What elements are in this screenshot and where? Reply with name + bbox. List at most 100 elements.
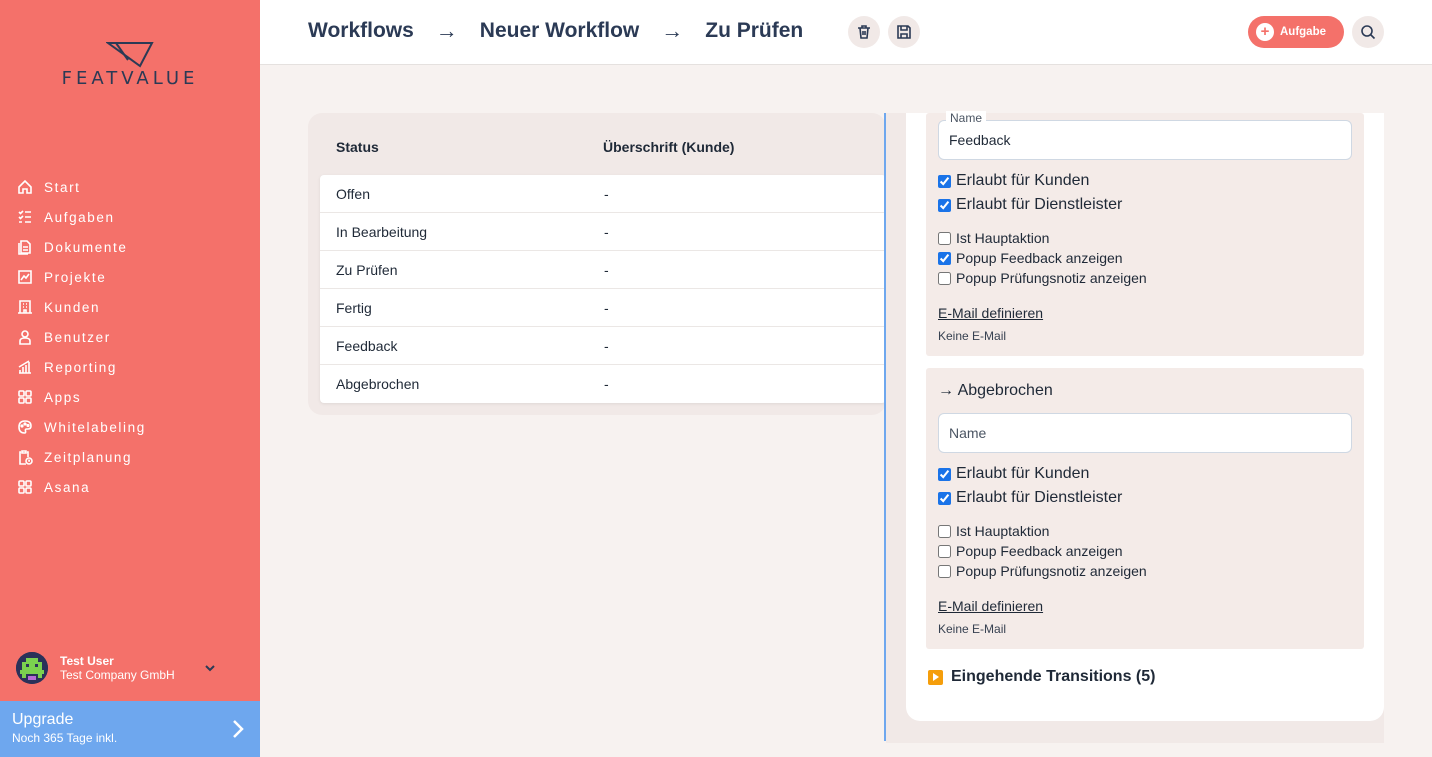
sidebar-nav: Start Aufgaben Dokumente Projekte Kunden…: [16, 172, 146, 502]
allowed-providers-checkbox[interactable]: Erlaubt für Dienstleister: [938, 489, 1122, 507]
sidebar-item-reporting[interactable]: Reporting: [16, 352, 146, 382]
sidebar-item-start[interactable]: Start: [16, 172, 146, 202]
plus-icon: +: [1256, 23, 1274, 41]
sidebar-item-label: Reporting: [44, 359, 117, 375]
column-header-heading: Überschrift (Kunde): [603, 139, 735, 155]
heading-cell: -: [604, 300, 609, 316]
allowed-providers-checkbox[interactable]: Erlaubt für Dienstleister: [938, 196, 1122, 214]
popup-review-checkbox[interactable]: Popup Prüfungsnotiz anzeigen: [938, 563, 1147, 579]
popup-feedback-input[interactable]: [938, 251, 951, 265]
incoming-transitions-toggle[interactable]: Eingehende Transitions (5): [928, 668, 1155, 686]
sidebar: FEATVALUE Start Aufgaben Dokumente Proje…: [0, 0, 260, 757]
sidebar-item-apps[interactable]: Apps: [16, 382, 146, 412]
checkbox-label: Erlaubt für Dienstleister: [956, 196, 1123, 213]
allowed-customers-input[interactable]: [938, 467, 951, 481]
checkbox-label: Popup Prüfungsnotiz anzeigen: [956, 270, 1147, 286]
checkbox-label: Popup Feedback anzeigen: [956, 543, 1123, 559]
breadcrumb: Workflows → Neuer Workflow → Zu Prüfen: [308, 18, 803, 44]
checkbox-label: Erlaubt für Kunden: [956, 172, 1090, 189]
sidebar-item-label: Dokumente: [44, 239, 128, 255]
heading-cell: -: [604, 338, 609, 354]
play-icon: [928, 669, 943, 685]
popup-review-input[interactable]: [938, 271, 951, 285]
table-body: Offen - In Bearbeitung - Zu Prüfen - Fertig…: [320, 175, 886, 403]
checkbox-label: Erlaubt für Kunden: [956, 465, 1090, 482]
sidebar-item-whitelabeling[interactable]: Whitelabeling: [16, 412, 146, 442]
user-menu[interactable]: Test User Test Company GmbH: [16, 652, 246, 684]
popup-review-input[interactable]: [938, 564, 951, 578]
allowed-providers-input[interactable]: [938, 491, 951, 505]
sidebar-item-label: Zeitplanung: [44, 449, 133, 465]
sidebar-item-benutzer[interactable]: Benutzer: [16, 322, 146, 352]
transition-title: → Abgebrochen: [938, 382, 1053, 399]
sidebar-item-dokumente[interactable]: Dokumente: [16, 232, 146, 262]
main-action-checkbox[interactable]: Ist Hauptaktion: [938, 230, 1049, 246]
tasks-icon: [16, 208, 34, 226]
sidebar-item-projekte[interactable]: Projekte: [16, 262, 146, 292]
main-action-input[interactable]: [938, 231, 951, 245]
palette-icon: [16, 418, 34, 436]
transition-name-input[interactable]: [938, 120, 1352, 160]
building-icon: [16, 298, 34, 316]
allowed-customers-input[interactable]: [938, 174, 951, 188]
breadcrumb-separator: →: [661, 18, 684, 43]
add-task-button[interactable]: + Aufgabe: [1248, 16, 1344, 48]
sidebar-item-asana[interactable]: Asana: [16, 472, 146, 502]
apps-icon: [16, 388, 34, 406]
breadcrumb-workflows[interactable]: Workflows: [308, 19, 414, 43]
sidebar-item-label: Benutzer: [44, 329, 111, 345]
allowed-customers-checkbox[interactable]: Erlaubt für Kunden: [938, 172, 1089, 190]
define-email-link[interactable]: E-Mail definieren: [938, 305, 1043, 321]
table-row[interactable]: Abgebrochen -: [320, 365, 886, 403]
breadcrumb-separator: →: [435, 18, 458, 43]
popup-review-checkbox[interactable]: Popup Prüfungsnotiz anzeigen: [938, 270, 1147, 286]
delete-button[interactable]: [848, 16, 880, 48]
popup-feedback-input[interactable]: [938, 544, 951, 558]
logo-mark-icon: [106, 42, 154, 68]
email-status: Keine E-Mail: [938, 329, 1007, 343]
allowed-customers-checkbox[interactable]: Erlaubt für Kunden: [938, 465, 1089, 483]
search-button[interactable]: [1352, 16, 1384, 48]
status-cell: In Bearbeitung: [336, 224, 428, 240]
user-company: Test Company GmbH: [60, 668, 175, 682]
sidebar-item-kunden[interactable]: Kunden: [16, 292, 146, 322]
chevron-down-icon[interactable]: [204, 662, 216, 674]
sidebar-item-zeitplanung[interactable]: Zeitplanung: [16, 442, 146, 472]
column-header-status: Status: [336, 139, 379, 155]
brand-logo[interactable]: FEATVALUE: [44, 40, 216, 90]
popup-feedback-checkbox[interactable]: Popup Feedback anzeigen: [938, 250, 1123, 266]
brand-name: FEATVALUE: [61, 68, 199, 89]
table-row[interactable]: Offen -: [320, 175, 886, 213]
sidebar-item-aufgaben[interactable]: Aufgaben: [16, 202, 146, 232]
table-row[interactable]: In Bearbeitung -: [320, 213, 886, 251]
search-icon: [1361, 25, 1376, 40]
transition-name-input[interactable]: [938, 413, 1352, 453]
pixel-avatar-icon: [16, 652, 48, 684]
status-cell: Abgebrochen: [336, 376, 420, 392]
main-action-input[interactable]: [938, 524, 951, 538]
avatar: [16, 652, 48, 684]
user-name: Test User: [60, 654, 114, 668]
main-action-checkbox[interactable]: Ist Hauptaktion: [938, 523, 1049, 539]
define-email-link[interactable]: E-Mail definieren: [938, 598, 1043, 614]
heading-cell: -: [604, 224, 609, 240]
clipboard-clock-icon: [16, 448, 34, 466]
sidebar-item-label: Aufgaben: [44, 209, 115, 225]
table-row[interactable]: Feedback -: [320, 327, 886, 365]
table-row[interactable]: Fertig -: [320, 289, 886, 327]
checkbox-label: Popup Prüfungsnotiz anzeigen: [956, 563, 1147, 579]
heading-cell: -: [604, 186, 609, 202]
trash-icon: [858, 25, 870, 39]
breadcrumb-new-workflow[interactable]: Neuer Workflow: [480, 19, 639, 43]
breadcrumb-current: Zu Prüfen: [705, 19, 804, 42]
sidebar-item-label: Apps: [44, 389, 82, 405]
name-field-wrap: Name: [938, 111, 1352, 160]
allowed-providers-input[interactable]: [938, 198, 951, 212]
save-button[interactable]: [888, 16, 920, 48]
popup-feedback-checkbox[interactable]: Popup Feedback anzeigen: [938, 543, 1123, 559]
table-row[interactable]: Zu Prüfen -: [320, 251, 886, 289]
status-cell: Fertig: [336, 300, 372, 316]
status-cell: Zu Prüfen: [336, 262, 398, 278]
upgrade-banner[interactable]: Upgrade Noch 365 Tage inkl.: [0, 701, 260, 757]
heading-cell: -: [604, 376, 609, 392]
